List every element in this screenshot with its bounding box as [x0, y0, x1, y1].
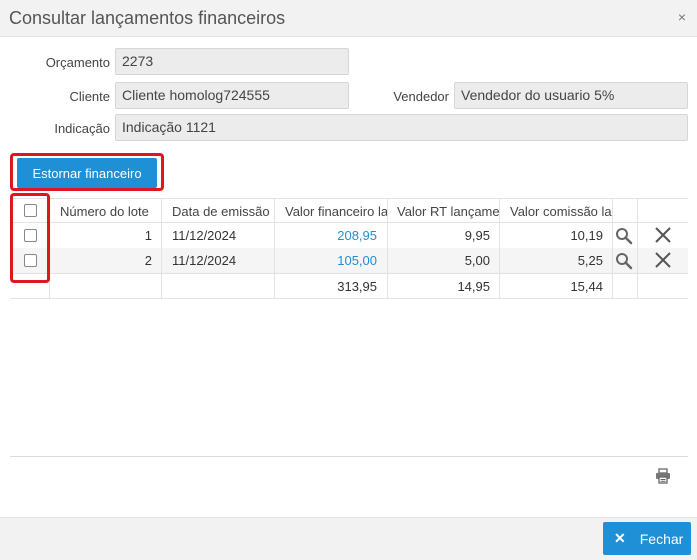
indicacao-label: Indicação [54, 121, 110, 136]
column-divider [499, 198, 500, 299]
delete-icon[interactable] [655, 227, 671, 243]
search-icon[interactable] [615, 252, 633, 270]
delete-icon[interactable] [655, 252, 671, 268]
cliente-field[interactable]: Cliente homolog724555 [115, 82, 349, 109]
column-header-data[interactable]: Data de emissão [172, 199, 277, 224]
cell-data: 11/12/2024 [172, 228, 237, 243]
fechar-label: Fechar [639, 530, 684, 547]
column-divider [612, 198, 613, 299]
column-divider [161, 198, 162, 299]
cell-lote: 1 [144, 228, 152, 243]
print-icon[interactable] [655, 468, 671, 484]
dialog-titlebar: Consultar lançamentos financeiros × [0, 0, 697, 37]
cell-valor-rt: 9,95 [464, 228, 490, 243]
cell-valor-rt: 5,00 [464, 253, 490, 268]
cell-valor-financeiro-link[interactable]: 208,95 [285, 223, 377, 248]
total-valor-rt: 14,95 [457, 279, 490, 294]
cliente-label: Cliente [69, 89, 110, 104]
table-totals-row: 313,95 14,95 15,44 [10, 273, 688, 299]
column-divider [387, 198, 388, 299]
vendedor-field[interactable]: Vendedor do usuario 5% [454, 82, 688, 109]
column-header-lote[interactable]: Número do lote [60, 199, 165, 224]
cell-valor-comissao: 5,25 [577, 253, 603, 268]
lancamentos-table: Número do lote Data de emissão Valor fin… [10, 198, 688, 299]
column-header-valor-financeiro[interactable]: Valor financeiro la [285, 199, 389, 224]
search-icon[interactable] [615, 227, 633, 245]
table-row: 1 11/12/2024 208,95 9,95 10,19 [10, 223, 688, 248]
fechar-button[interactable]: ✕ Fechar [603, 522, 691, 555]
orcamento-label: Orçamento [45, 55, 110, 70]
total-valor-comissao: 15,44 [570, 279, 603, 294]
orcamento-field[interactable]: 2273 [115, 48, 349, 75]
cell-lote: 2 [144, 253, 152, 268]
column-header-valor-comissao[interactable]: Valor comissão lar [510, 199, 613, 224]
close-icon[interactable]: × [678, 9, 686, 25]
dialog-title: Consultar lançamentos financeiros [9, 8, 286, 28]
cell-valor-comissao: 10,19 [570, 228, 603, 243]
column-divider [274, 198, 275, 299]
indicacao-field[interactable]: Indicação 1121 [115, 114, 688, 141]
cell-valor-financeiro-link[interactable]: 105,00 [285, 248, 377, 273]
column-header-valor-rt[interactable]: Valor RT lançamer [397, 199, 500, 224]
table-row: 2 11/12/2024 105,00 5,00 5,25 [10, 248, 688, 273]
close-icon: ✕ [614, 530, 626, 546]
divider [10, 456, 688, 457]
dialog-footer [0, 517, 697, 560]
column-divider [637, 198, 638, 299]
estornar-financeiro-button[interactable]: Estornar financeiro [17, 158, 157, 188]
total-valor-financeiro: 313,95 [337, 279, 377, 294]
table-header: Número do lote Data de emissão Valor fin… [10, 198, 688, 223]
vendedor-label: Vendedor [393, 89, 449, 104]
cell-data: 11/12/2024 [172, 253, 237, 268]
checkbox-highlight-box [10, 193, 50, 283]
